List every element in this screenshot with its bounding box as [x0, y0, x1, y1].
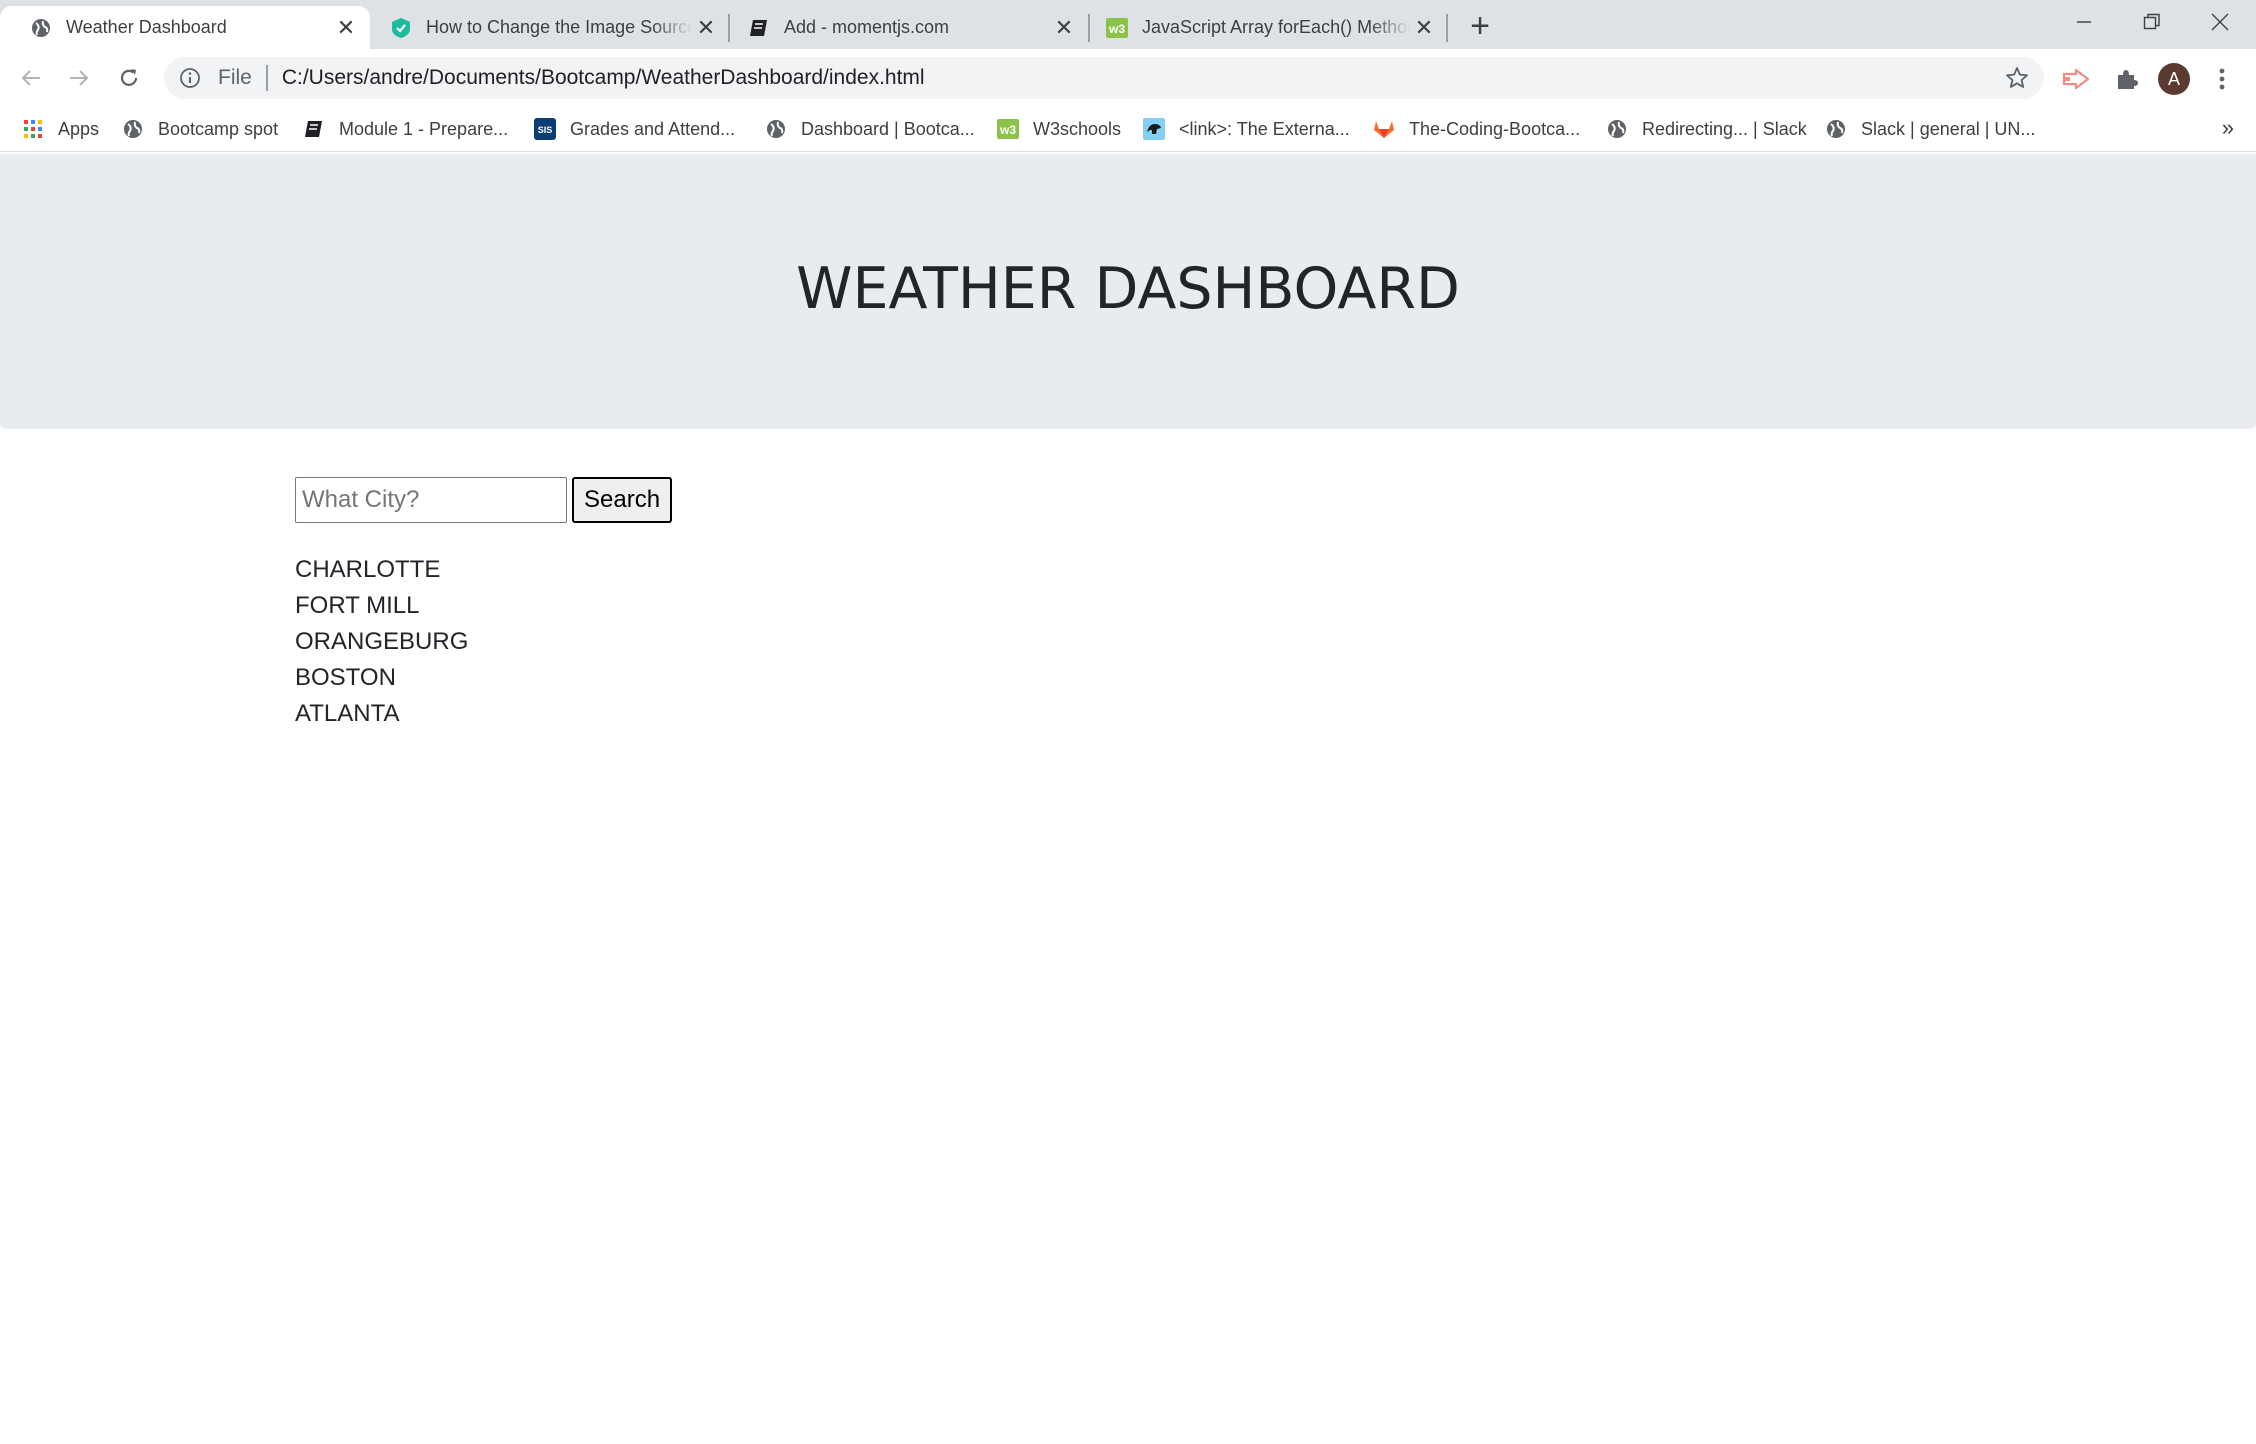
url-scheme-label: File: [218, 66, 252, 89]
bookmark-module-1[interactable]: Module 1 - Prepare...: [303, 107, 508, 151]
bookmark-coding-bootcamp[interactable]: The-Coding-Bootca...: [1373, 107, 1580, 151]
back-button[interactable]: [12, 59, 50, 97]
bookmark-label: Apps: [58, 118, 100, 139]
bookmark-label: Bootcamp spot: [158, 118, 279, 139]
bookmark-star-icon[interactable]: [2004, 65, 2030, 91]
city-history-item[interactable]: ATLANTA: [295, 696, 468, 732]
tab-title: JavaScript Array forEach() Method: [1142, 17, 1410, 37]
svg-text:w3: w3: [1108, 22, 1125, 36]
close-tab-icon[interactable]: ✕: [1410, 14, 1438, 42]
globe-icon: [122, 118, 144, 140]
sis-icon: SIS: [534, 118, 556, 140]
book-icon: [303, 118, 325, 140]
w3-icon: w3: [1106, 17, 1128, 39]
city-history-item[interactable]: FORT MILL: [295, 588, 468, 624]
restore-button[interactable]: [2118, 0, 2186, 44]
book-icon: [748, 17, 770, 39]
globe-icon: [1825, 118, 1847, 140]
back-arrow-icon: [21, 70, 40, 86]
info-icon[interactable]: [178, 66, 202, 90]
minimize-button[interactable]: [2050, 0, 2118, 44]
bookmarks-bar: Apps Bootcamp spot Module 1 - Prepare...…: [0, 107, 2256, 152]
tab-weather-dashboard[interactable]: Weather Dashboard ✕: [0, 6, 370, 49]
page-content: WEATHER DASHBOARD Search CHARLOTTE FORT …: [0, 152, 2256, 1444]
city-search-input[interactable]: [295, 477, 567, 523]
address-bar[interactable]: File C:/Users/andre/Documents/Bootcamp/W…: [164, 57, 2044, 99]
svg-text:w3: w3: [999, 123, 1016, 137]
tab-separator: [1446, 14, 1448, 42]
avatar: A: [2158, 63, 2190, 95]
profile-button[interactable]: A: [2156, 61, 2192, 97]
bookmark-grades[interactable]: SIS Grades and Attend...: [534, 107, 735, 151]
svg-text:SIS: SIS: [538, 125, 553, 135]
header-jumbotron: WEATHER DASHBOARD: [0, 154, 2256, 429]
city-history-item[interactable]: ORANGEBURG: [295, 624, 468, 660]
bookmark-slack-redirect[interactable]: Redirecting... | Slack: [1606, 107, 1807, 151]
bookmark-label: Slack | general | UN...: [1861, 118, 2036, 139]
tab-title: Weather Dashboard: [66, 17, 227, 37]
address-divider: [265, 65, 268, 91]
gitlab-icon: [1373, 118, 1395, 140]
close-tab-icon[interactable]: ✕: [332, 14, 360, 42]
city-history-item[interactable]: CHARLOTTE: [295, 552, 468, 588]
bookmark-apps[interactable]: Apps: [22, 107, 99, 151]
apps-grid-icon: [22, 118, 44, 140]
bookmark-slack-general[interactable]: Slack | general | UN...: [1825, 107, 2035, 151]
tab-array-foreach[interactable]: w3 JavaScript Array forEach() Method ✕: [1076, 6, 1448, 49]
tab-image-source[interactable]: How to Change the Image Source ✕: [360, 6, 730, 49]
globe-icon: [30, 17, 52, 39]
w3-icon: w3: [997, 118, 1019, 140]
bookmark-label: Grades and Attend...: [570, 118, 736, 139]
kebab-menu-icon: [2219, 68, 2225, 90]
bookmark-label: Dashboard | Bootca...: [801, 118, 975, 139]
close-tab-icon[interactable]: ✕: [692, 14, 720, 42]
globe-icon: [765, 118, 787, 140]
tab-title: Add - momentjs.com: [784, 17, 950, 37]
close-window-button[interactable]: [2186, 0, 2254, 44]
bookmarks-overflow-button[interactable]: »: [2222, 115, 2234, 141]
tab-momentjs[interactable]: Add - momentjs.com ✕: [718, 6, 1088, 49]
extensions-puzzle-icon[interactable]: [2108, 61, 2144, 97]
tab-title: How to Change the Image Source: [426, 17, 692, 37]
cast-extension-icon[interactable]: [2058, 61, 2094, 97]
url-text[interactable]: C:/Users/andre/Documents/Bootcamp/Weathe…: [282, 66, 925, 90]
bookmark-link-external[interactable]: <link>: The Externa...: [1143, 107, 1350, 151]
new-tab-button[interactable]: +: [1462, 8, 1498, 44]
bookmark-dashboard[interactable]: Dashboard | Bootca...: [765, 107, 975, 151]
city-history-item[interactable]: BOSTON: [295, 660, 468, 696]
forward-arrow-icon: [70, 70, 89, 86]
search-history-list: CHARLOTTE FORT MILL ORANGEBURG BOSTON AT…: [295, 552, 468, 732]
reload-button[interactable]: [110, 59, 148, 97]
globe-icon: [1606, 118, 1628, 140]
page-title: WEATHER DASHBOARD: [796, 256, 1460, 322]
bookmark-label: Redirecting... | Slack: [1642, 118, 1807, 139]
reload-icon: [120, 69, 138, 86]
search-form: Search: [295, 477, 673, 523]
bookmark-label: The-Coding-Bootca...: [1409, 118, 1581, 139]
search-button[interactable]: Search: [572, 477, 673, 523]
tab-strip: Weather Dashboard ✕ How to Change the Im…: [0, 0, 2256, 49]
mdn-icon: [1143, 118, 1165, 140]
close-tab-icon[interactable]: ✕: [1050, 14, 1078, 42]
bookmark-label: W3schools: [1033, 118, 1122, 139]
browser-toolbar: File C:/Users/andre/Documents/Bootcamp/W…: [0, 49, 2256, 107]
forward-button[interactable]: [60, 59, 98, 97]
shield-icon: [390, 17, 412, 39]
browser-menu-button[interactable]: [2204, 61, 2240, 97]
bookmark-w3schools[interactable]: w3 W3schools: [997, 107, 1121, 151]
bookmark-bootcamp-spot[interactable]: Bootcamp spot: [122, 107, 278, 151]
bookmark-label: Module 1 - Prepare...: [339, 118, 509, 139]
bookmark-label: <link>: The Externa...: [1179, 118, 1350, 139]
